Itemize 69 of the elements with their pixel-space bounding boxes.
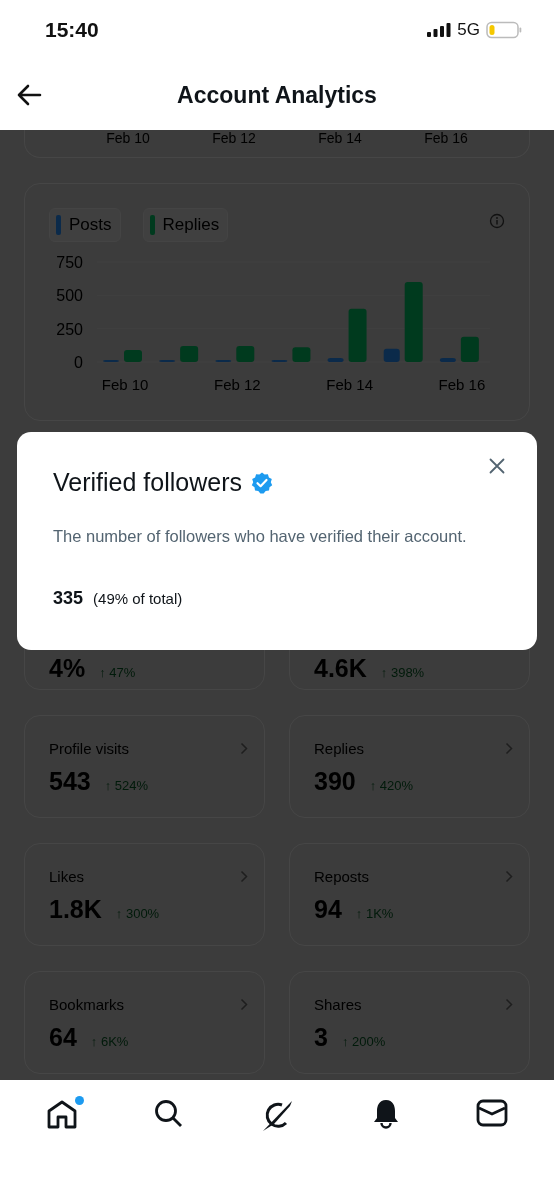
- x-tick-label: Feb 16: [438, 376, 486, 393]
- metric-label: Replies: [314, 740, 365, 757]
- metric-card[interactable]: Replies 390 ↑ 420%: [289, 715, 530, 818]
- metric-card[interactable]: Bookmarks 64 ↑ 6K%: [24, 971, 265, 1074]
- chevron-icon: [505, 998, 513, 1011]
- metric-label: Bookmarks: [49, 996, 125, 1013]
- page-title: Account Analytics: [177, 81, 377, 109]
- follower-share: (49% of total): [93, 590, 183, 607]
- axis-label: Feb 12: [212, 130, 256, 146]
- battery-icon: [486, 21, 522, 39]
- metric-label: Reposts: [314, 868, 370, 885]
- bar: [348, 308, 367, 362]
- notification-dot: [74, 1096, 84, 1105]
- legend-chip[interactable]: Replies: [142, 208, 229, 242]
- metric-change: ↑ 6K%: [90, 1034, 129, 1049]
- metric-value: 4.6K: [314, 654, 367, 683]
- axis-label: Feb 14: [318, 130, 362, 146]
- x-tick-label: Feb 14: [326, 376, 373, 393]
- chevron-icon: [240, 742, 248, 755]
- bar: [383, 348, 400, 362]
- x-tick-label: Feb 10: [101, 376, 149, 393]
- metric-change: ↑ 200%: [341, 1034, 386, 1049]
- metric-value: 543: [49, 767, 91, 796]
- metric-value: 94: [314, 895, 342, 924]
- chevron-icon: [505, 870, 513, 883]
- axis-label: Feb 16: [424, 130, 468, 146]
- metric-label: Likes: [49, 868, 85, 885]
- dialog-title: Verified followers: [53, 468, 242, 497]
- y-tick-label: 0: [74, 354, 83, 371]
- metric-change: ↑ 420%: [369, 778, 414, 793]
- metric-card[interactable]: Likes 1.8K ↑ 300%: [24, 843, 265, 946]
- bar: [327, 358, 344, 362]
- bar: [124, 350, 142, 362]
- metric-change: ↑ 47%: [99, 665, 136, 680]
- chevron-icon: [240, 998, 248, 1011]
- legend-label: Posts: [69, 215, 112, 235]
- dialog-description: The number of followers who have verified their account.: [53, 527, 468, 546]
- metric-label: Shares: [314, 996, 362, 1013]
- chevron-icon: [505, 742, 513, 755]
- signal-icon: [427, 23, 452, 37]
- clock: 15:40: [45, 18, 99, 42]
- metric-card[interactable]: Profile visits 543 ↑ 524%: [24, 715, 265, 818]
- y-tick-label: 750: [56, 254, 83, 271]
- y-tick-label: 500: [56, 287, 83, 305]
- x-tick-label: Feb 12: [214, 376, 261, 393]
- y-tick-label: 250: [56, 320, 83, 338]
- metric-value: 3: [314, 1023, 328, 1052]
- metric-change: ↑ 398%: [380, 665, 425, 680]
- metric-value: 1.8K: [49, 895, 102, 924]
- metric-value: 4%: [49, 654, 86, 683]
- network-label: 5G: [457, 20, 480, 40]
- metric-card[interactable]: Reposts 94 ↑ 1K%: [289, 843, 530, 946]
- bar: [180, 346, 199, 362]
- metric-change: ↑ 300%: [115, 906, 160, 921]
- bar: [292, 347, 311, 362]
- chevron-icon: [240, 870, 248, 883]
- metric-value: 390: [314, 767, 356, 796]
- legend-label: Replies: [162, 215, 220, 235]
- bar: [460, 336, 479, 362]
- legend-chip[interactable]: Posts: [49, 208, 121, 242]
- metric-label: Profile visits: [49, 740, 130, 757]
- metric-card[interactable]: Shares 3 ↑ 200%: [289, 971, 530, 1074]
- metric-change: ↑ 524%: [104, 778, 149, 793]
- metric-change: ↑ 1K%: [355, 906, 394, 921]
- follower-count: 335: [53, 588, 84, 609]
- axis-label: Feb 10: [106, 130, 150, 146]
- bar: [439, 358, 456, 362]
- metric-value: 64: [49, 1023, 77, 1052]
- bar: [236, 346, 255, 362]
